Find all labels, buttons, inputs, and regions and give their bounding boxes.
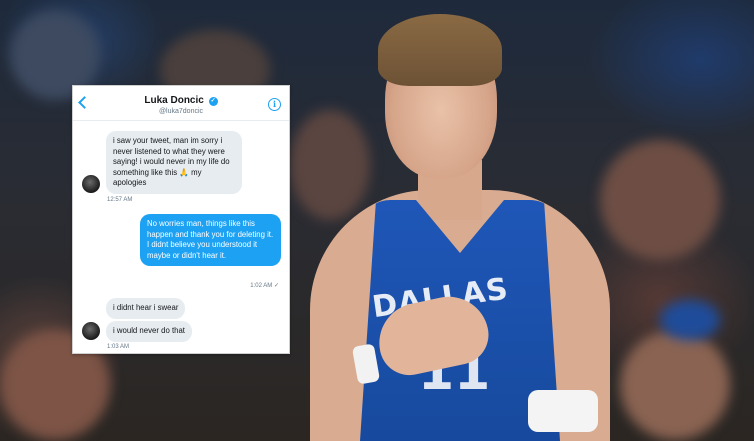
dm-conversation-card: Luka Doncic ✓ @luka7doncic i i saw your … (72, 85, 290, 354)
contact-handle: @luka7doncic (158, 108, 204, 115)
verified-badge-icon: ✓ (208, 97, 218, 106)
message-incoming: i didnt hear i swear (106, 298, 186, 319)
contact-name: Luka Doncic (144, 95, 204, 106)
avatar (82, 322, 100, 340)
message-incoming: i would never do that (106, 321, 192, 342)
message-timestamp: 1:02 AM ✓ (250, 283, 279, 289)
conversation-header: Luka Doncic ✓ @luka7doncic i (73, 86, 289, 121)
avatar (82, 175, 100, 193)
message-timestamp: 12:57 AM (107, 197, 133, 203)
player-hair (378, 14, 502, 86)
message-outgoing: No worries man, things like this happen … (140, 214, 281, 266)
message-incoming: i saw your tweet, man im sorry i never l… (106, 131, 242, 194)
message-timestamp: 1:03 AM (107, 344, 130, 350)
info-icon[interactable]: i (268, 98, 281, 111)
wristband-right (528, 390, 598, 432)
conversation-title: Luka Doncic ✓ (73, 95, 289, 106)
